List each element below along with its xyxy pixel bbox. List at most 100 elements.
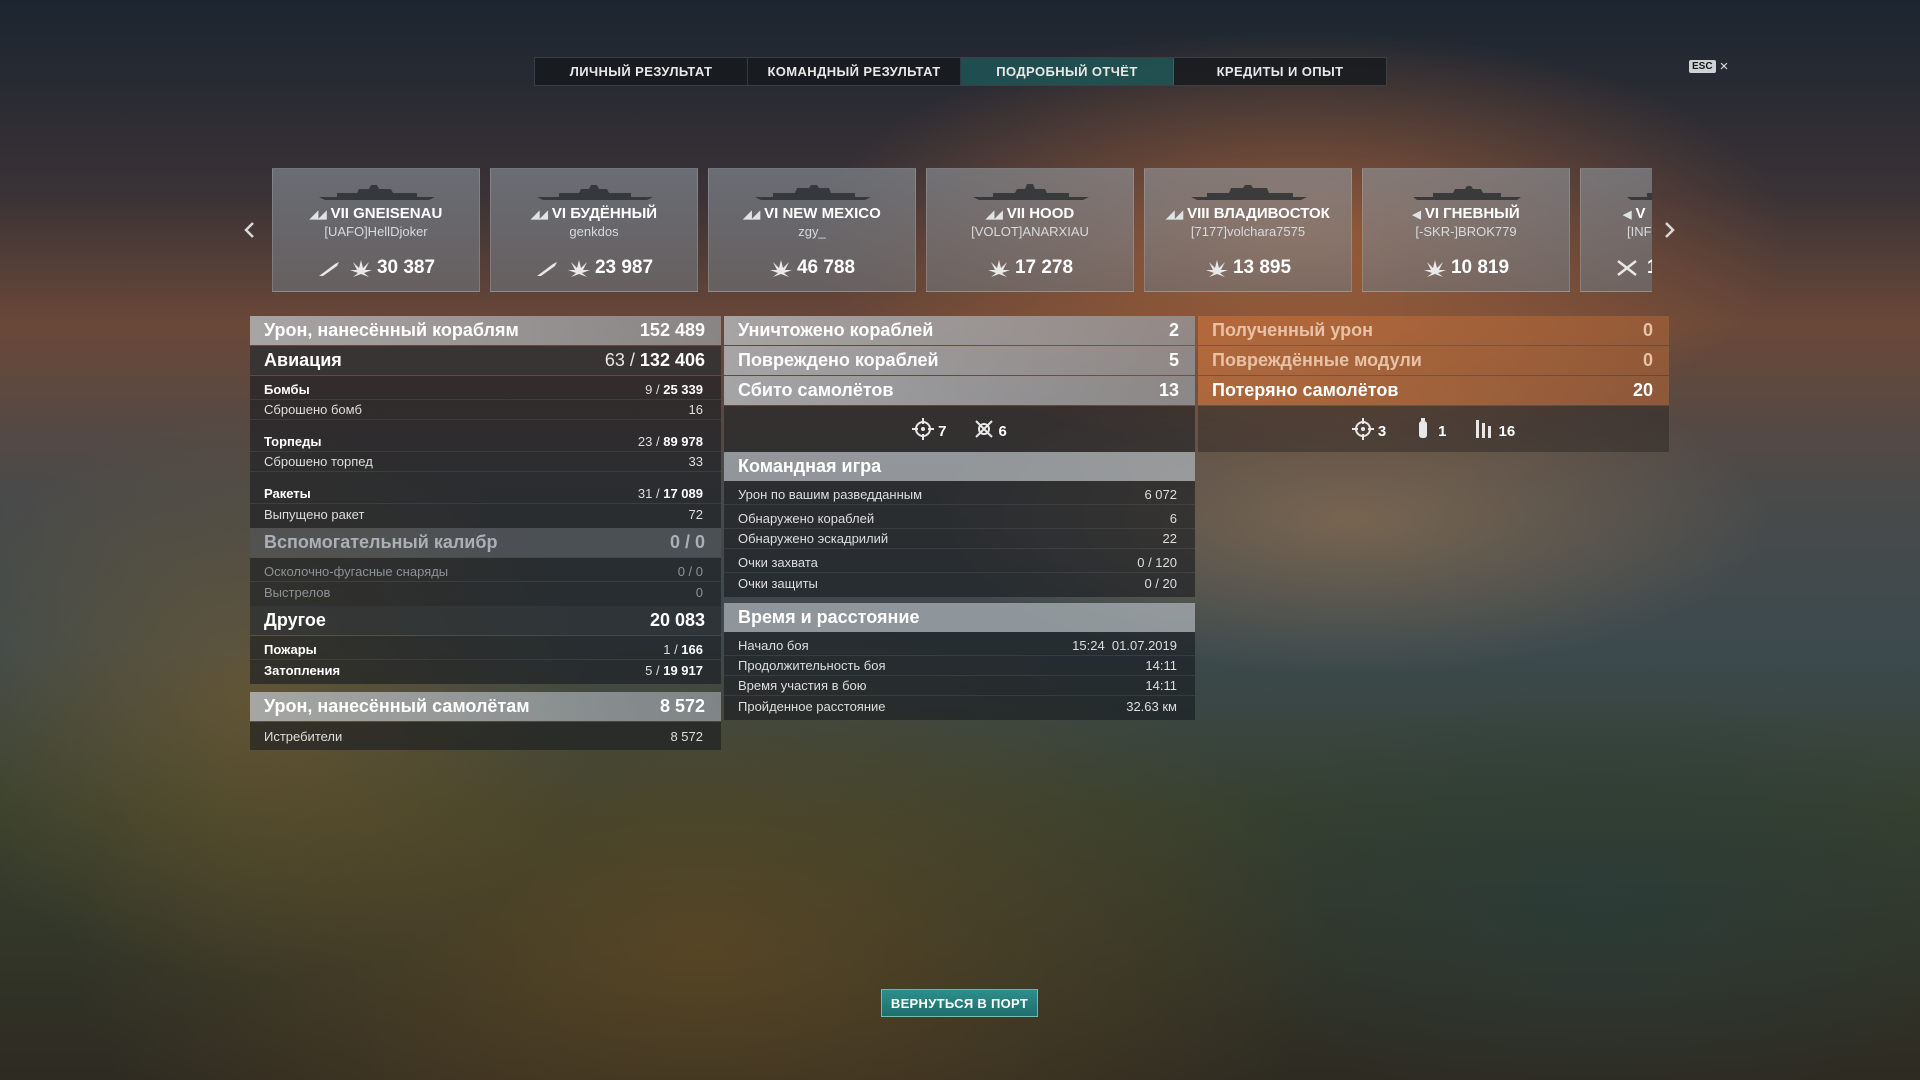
stat-row-fires: Пожары 1 / 166 (250, 640, 721, 660)
battleship-icon: ◢◢ (1166, 209, 1184, 221)
ship-name: ◢◢ VII HOOD (985, 205, 1075, 222)
results-tabs: ЛИЧНЫЙ РЕЗУЛЬТАТ КОМАНДНЫЙ РЕЗУЛЬТАТ ПОД… (534, 57, 1387, 86)
damaged-modules-header: Повреждённые модули 0 (1198, 346, 1669, 375)
shot-down-breakdown: 7 6 (724, 406, 1195, 452)
planes-lost-breakdown: 3 1 16 (1198, 406, 1669, 452)
ship-silhouette-icon (319, 185, 435, 200)
ship-card[interactable]: ◢◢ VI NEW MEXICO zgy_ 46 788 (708, 168, 916, 292)
player-name: zgy_ (798, 224, 826, 239)
player-name: [7177]volchara7575 (1190, 224, 1306, 239)
crosshair-icon (1351, 418, 1374, 440)
player-name: [-SKR-]BROK779 (1415, 224, 1517, 239)
aviation-header: Авиация 63 / 132 406 (250, 346, 721, 375)
planes-shot-down-header: Сбито самолётов 13 (724, 376, 1195, 405)
damage-dealt-panel: Урон, нанесённый кораблям 152 489 Авиаци… (250, 316, 721, 750)
flak-icon (1475, 420, 1491, 438)
ship-damage: 13 895 (1232, 257, 1292, 278)
stat-row-bombs: Бомбы 9 / 25 339 (250, 380, 721, 400)
ship-card[interactable]: ◀V [INF 1 (1580, 168, 1652, 292)
stat-row-torpedoes-dropped: Сброшено торпед 33 (250, 452, 721, 472)
carousel-next-button[interactable] (1660, 218, 1680, 242)
stat-row-floods: Затопления 5 / 19 917 (264, 662, 703, 678)
player-name: genkdos (569, 224, 619, 239)
stat-row-battle-start: Начало боя 15:24 01.07.2019 (724, 636, 1195, 656)
plane-crosshair-icon (974, 420, 993, 438)
shot-down-by-fighters: 6 (973, 418, 1007, 440)
stat-row-distance: Пройденное расстояние 32.63 км (738, 698, 1177, 714)
ship-card[interactable]: ◢◢ VI БУДЁННЫЙ genkdos 23 987 (490, 168, 698, 292)
ship-damage: 17 278 (1014, 257, 1074, 278)
return-to-port-button[interactable]: ВЕРНУТЬСЯ В ПОРТ (881, 989, 1038, 1017)
ship-silhouette-icon (1191, 185, 1307, 200)
stat-row-shots: Выстрелов 0 (264, 584, 703, 600)
destroyed-ships-header: Уничтожено кораблей 2 (724, 316, 1195, 345)
planes-lost-header: Потеряно самолётов 20 (1198, 376, 1669, 405)
crosshair-icon (912, 418, 935, 440)
carousel-prev-button[interactable] (239, 218, 259, 242)
ship-card[interactable]: ◢◢ VII GNEISENAU [UAFO]HellDjoker 30 387 (272, 168, 480, 292)
stat-row-time-in-battle: Время участия в бою 14:11 (724, 676, 1195, 696)
player-name: [VOLOT]ANARXIAU (971, 224, 1089, 239)
team-play-header: Командная игра (724, 452, 1195, 481)
ship-damage: 23 987 (594, 257, 654, 278)
ship-card[interactable]: ◢◢ VIII ВЛАДИВОСТОК [7177]volchara7575 13… (1144, 168, 1352, 292)
received-damage-header: Полученный урон 0 (1198, 316, 1669, 345)
ship-silhouette-icon (1413, 186, 1521, 200)
destroyer-icon: ◀ (1412, 209, 1421, 221)
damage-icon (1205, 260, 1228, 277)
damage-planes-header: Урон, нанесённый самолётам 8 572 (250, 692, 721, 721)
chevron-right-icon (1665, 222, 1675, 238)
ship-damage: 10 819 (1450, 257, 1510, 278)
tab-credits-xp[interactable]: КРЕДИТЫ И ОПЫТ (1174, 58, 1386, 85)
damage-received-panel: Полученный урон 0 Повреждённые модули 0 … (1198, 316, 1669, 452)
ship-silhouette-icon (755, 185, 871, 200)
aviation-rows: Бомбы 9 / 25 339 Сброшено бомб 16 Торпеды 2… (250, 376, 721, 528)
tab-team-result[interactable]: КОМАНДНЫЙ РЕЗУЛЬТАТ (748, 58, 961, 85)
kills-panel: Уничтожено кораблей 2 Повреждено корабле… (724, 316, 1195, 720)
player-name: [INF (1627, 224, 1652, 239)
ship-card[interactable]: ◢◢ VII HOOD [VOLOT]ANARXIAU 17 278 (926, 168, 1134, 292)
other-rows: Пожары 1 / 166 Затопления 5 / 19 917 (250, 636, 721, 684)
battleship-icon: ◢◢ (985, 209, 1003, 221)
ship-carousel: ◢◢ VII GNEISENAU [UAFO]HellDjoker 30 387 … (272, 168, 1652, 292)
esc-close-button[interactable]: ESC × (1689, 59, 1728, 74)
tab-personal-result[interactable]: ЛИЧНЫЙ РЕЗУЛЬТАТ (535, 58, 748, 85)
damage-icon (987, 260, 1010, 277)
crossed-swords-icon (1617, 260, 1637, 276)
destroyer-icon: ◀ (1623, 209, 1632, 221)
stat-row-rockets: Ракеты 31 / 17 089 (250, 484, 721, 504)
planes-rows: Истребители 8 572 (250, 722, 721, 750)
damaged-ships-header: Повреждено кораблей 5 (724, 346, 1195, 375)
ship-silhouette-icon (537, 185, 653, 200)
ship-name: ◀ V (1623, 205, 1646, 222)
tab-detailed-report[interactable]: ПОДРОБНЫЙ ОТЧЁТ (961, 58, 1174, 85)
battleship-icon: ◢◢ (309, 209, 327, 221)
damage-icon (769, 260, 792, 277)
close-icon[interactable]: × (1720, 59, 1729, 74)
shot-down-by-guns: 7 (912, 418, 947, 440)
damage-icon (1423, 260, 1446, 277)
chevron-left-icon (244, 222, 254, 238)
stat-row-bombs-dropped: Сброшено бомб 16 (250, 400, 721, 420)
time-distance-rows: Начало боя 15:24 01.07.2019 Продолжительн… (724, 632, 1195, 720)
player-name: [UAFO]HellDjoker (324, 224, 428, 239)
ship-card[interactable]: ◀ VI ГНЕВНЫЙ [-SKR-]BROK779 10 819 (1362, 168, 1570, 292)
ship-damage: 46 788 (796, 257, 856, 278)
ship-damage: 30 387 (376, 257, 436, 278)
damage-icon (567, 260, 590, 277)
ship-name: ◢◢ VIII ВЛАДИВОСТОК (1166, 205, 1330, 222)
damage-ships-header: Урон, нанесённый кораблям 152 489 (250, 316, 721, 345)
torpedo-icon (536, 262, 557, 276)
torpedo-icon (318, 262, 339, 276)
ship-silhouette-icon (1627, 193, 1652, 200)
stat-row-defense-points: Очки защиты 0 / 20 (738, 575, 1177, 591)
bomb-icon (1419, 418, 1428, 438)
cruiser-icon: ◢◢ (530, 209, 548, 221)
ship-name: ◀ VI ГНЕВНЫЙ (1412, 205, 1520, 222)
ship-name: ◢◢ VI БУДЁННЫЙ (530, 205, 658, 222)
secondary-rows: Осколочно-фугасные снаряды 0 / 0 Выстрело… (250, 558, 721, 606)
stat-row-capture-points: Очки захвата 0 / 120 (724, 553, 1195, 573)
secondary-header: Вспомогательный калибр 0 / 0 (250, 528, 721, 557)
damage-icon (349, 260, 372, 277)
esc-key-label: ESC (1689, 60, 1716, 73)
